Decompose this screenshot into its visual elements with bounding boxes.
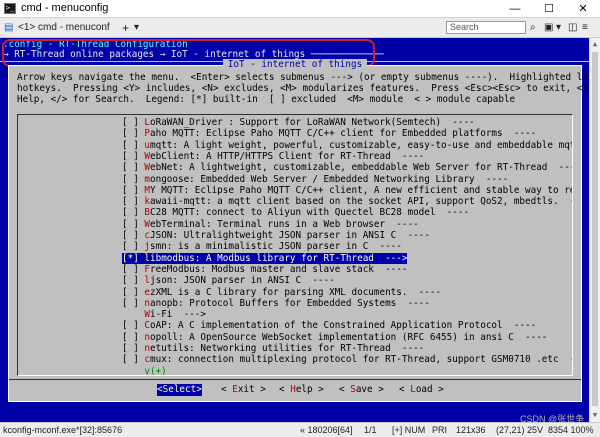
scroll-more-indicator: v(+) xyxy=(144,365,167,376)
exit-button[interactable]: < Exit > xyxy=(221,384,266,396)
status-size: 121x36 xyxy=(456,425,486,435)
dialog-title: IoT - internet of things xyxy=(9,59,581,71)
maximize-button[interactable]: ☐ xyxy=(532,0,566,18)
scroll-down-icon[interactable]: ▼ xyxy=(591,410,599,420)
menu-item[interactable]: [ ] umqtt: A light weight, powerful, cus… xyxy=(122,140,572,151)
menu-item[interactable]: [ ] WebTerminal: Terminal runs in a Web … xyxy=(122,219,419,230)
menu-item[interactable]: [ ] ljson: JSON parser in ANSI C ---- xyxy=(122,275,335,286)
add-tab-button[interactable]: + xyxy=(122,18,129,38)
window-titlebar: >_ cmd - menuconfig — ☐ ✕ xyxy=(0,0,600,18)
menu-item[interactable]: [ ] CoAP: A C implementation of the Cons… xyxy=(122,320,536,331)
menu-item-libmodbus[interactable]: [*] libmodbus: A Modbus library for RT-T… xyxy=(122,252,408,264)
menu-item[interactable]: [ ] MY MQTT: Eclipse Paho MQTT C/C++ cli… xyxy=(122,185,572,196)
menu-item[interactable]: [ ] mongoose: Embedded Web Server / Embe… xyxy=(122,174,508,185)
menu-item[interactable]: [ ] Paho MQTT: Eclipse Paho MQTT C/C++ c… xyxy=(122,128,536,139)
status-cursor: (27,21) 25V xyxy=(496,425,544,435)
status-extra: 8354 100% xyxy=(548,425,594,435)
menu-item[interactable]: [ ] WebNet: A lightweight, customizable,… xyxy=(122,162,572,173)
menu-item[interactable]: [ ] LoRaWAN_Driver : Support for LoRaWAN… xyxy=(122,117,475,128)
status-process: kconfig-mconf.exe*[32]:85676 xyxy=(3,425,123,435)
console-area[interactable]: .config - RT-Thread Configuration → RT-T… xyxy=(0,38,589,422)
close-button[interactable]: ✕ xyxy=(566,0,600,18)
menu-item[interactable]: [ ] BC28 MQTT: connect to Aliyun with Qu… xyxy=(122,207,469,218)
menu-item[interactable]: [ ] WebClient: A HTTP/HTTPS Client for R… xyxy=(122,151,424,162)
menu-item[interactable]: [ ] nopoll: A OpenSource WebSocket imple… xyxy=(122,332,547,343)
search-input[interactable]: Search xyxy=(446,21,526,34)
menu-item[interactable]: [ ] cJSON: Ultralightweight JSON parser … xyxy=(122,230,430,241)
split-view-icon[interactable]: ◫ xyxy=(568,18,577,38)
search-icon[interactable]: ⌕ xyxy=(530,18,536,38)
cmd-app-icon: >_ xyxy=(4,3,16,14)
console-tab-icon: ▤ xyxy=(4,22,14,33)
button-separator xyxy=(9,379,581,380)
tab-bar: ▤ <1> cmd - menuconf + ▾ Search ⌕ ▣ ▾ ◫ … xyxy=(0,18,600,38)
status-insert: [+] NUM xyxy=(392,425,426,435)
menu-item[interactable]: [ ] ezXML is a C library for parsing XML… xyxy=(122,287,441,298)
status-position: « 180206[64] xyxy=(300,425,353,435)
window-title: cmd - menuconfig xyxy=(21,2,109,14)
select-button[interactable]: <Select> xyxy=(157,384,202,396)
menu-list: [ ] LoRaWAN_Driver : Support for LoRaWAN… xyxy=(17,114,573,376)
view-toggle-icon[interactable]: ▣ xyxy=(544,18,553,38)
view-dropdown-icon[interactable]: ▾ xyxy=(556,18,561,38)
scrollbar-thumb[interactable] xyxy=(592,52,598,406)
help-text: Arrow keys navigate the menu. <Enter> se… xyxy=(17,72,589,106)
menu-dialog: IoT - internet of things Arrow keys navi… xyxy=(8,59,589,402)
menu-icon[interactable]: ≡ xyxy=(582,18,588,38)
menu-item[interactable]: [ ] cmux: connection multiplexing protoc… xyxy=(122,354,572,365)
scroll-up-icon[interactable]: ▲ xyxy=(591,39,599,49)
save-button[interactable]: < Save > xyxy=(339,384,384,396)
tab-menu-dropdown[interactable]: ▾ xyxy=(134,18,139,38)
minimize-button[interactable]: — xyxy=(498,0,532,18)
menu-item[interactable]: [ ] FreeModbus: Modbus master and slave … xyxy=(122,264,407,275)
menu-item[interactable]: [ ] jsmn: is a minimalistic JSON parser … xyxy=(122,241,402,252)
menu-item[interactable]: Wi-Fi ---> xyxy=(122,309,206,320)
menu-item[interactable]: [ ] kawaii-mqtt: a mqtt client based on … xyxy=(122,196,572,207)
menu-item[interactable]: [ ] netutils: Networking utilities for R… xyxy=(122,343,424,354)
status-bar: kconfig-mconf.exe*[32]:85676 « 180206[64… xyxy=(0,422,600,437)
button-row: <Select> < Exit > < Help > < Save > < Lo… xyxy=(9,384,581,396)
console-tab[interactable]: <1> cmd - menuconf xyxy=(18,18,110,38)
vertical-scrollbar[interactable]: ▲ ▼ xyxy=(589,38,600,422)
load-button[interactable]: < Load > xyxy=(399,384,444,396)
status-pane: 1/1 xyxy=(364,425,377,435)
menu-item[interactable]: [ ] nanopb: Protocol Buffers for Embedde… xyxy=(122,298,430,309)
status-priority: PRI xyxy=(432,425,448,435)
help-button[interactable]: < Help > xyxy=(279,384,324,396)
